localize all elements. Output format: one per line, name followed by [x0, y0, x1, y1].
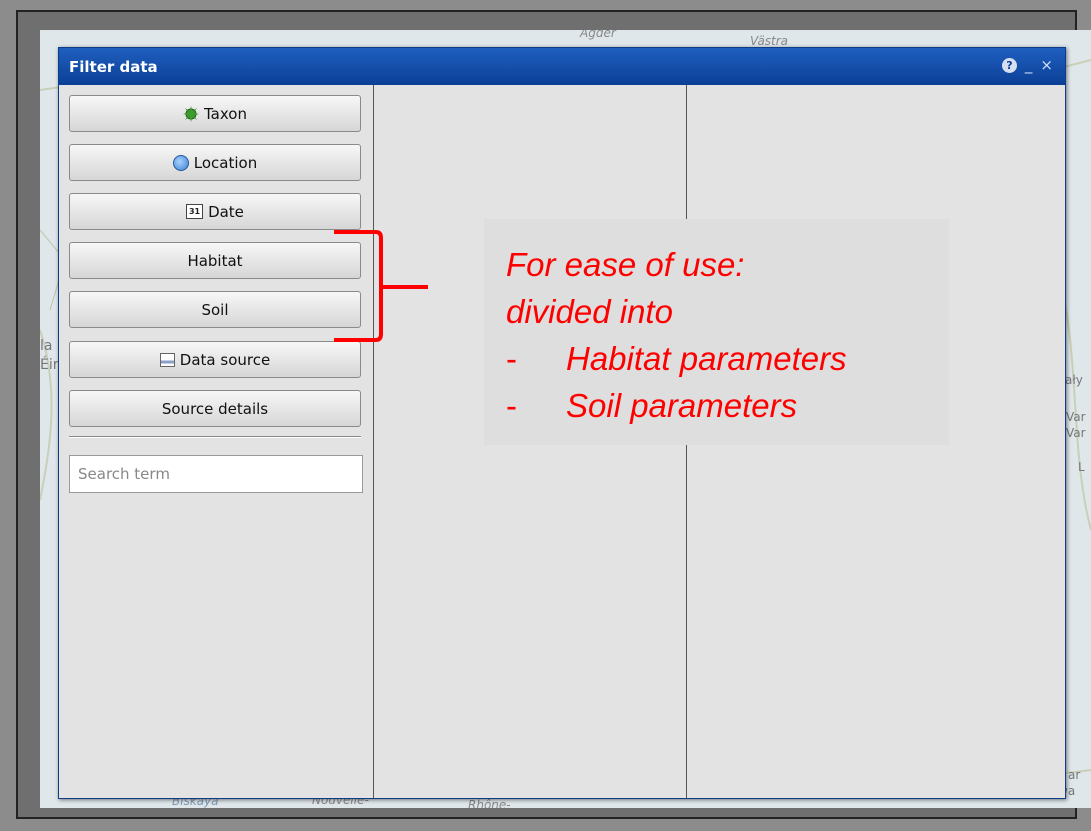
- source-details-button[interactable]: Source details: [69, 390, 361, 427]
- callout-text: For ease of use: divided into - Habitat p…: [506, 241, 847, 429]
- source-details-button-label: Source details: [161, 399, 269, 418]
- bullet-dash: -: [506, 387, 517, 424]
- data-source-button[interactable]: Data source: [69, 341, 361, 378]
- data-source-button-label: Data source: [179, 350, 271, 369]
- callout-bullet2: Soil parameters: [566, 387, 798, 424]
- soil-button-label: Soil: [201, 300, 229, 319]
- panel-divider: [69, 436, 361, 438]
- calendar-icon: 31: [186, 204, 204, 219]
- habitat-button[interactable]: Habitat: [69, 242, 361, 279]
- map-label-l: L: [1078, 460, 1085, 474]
- callout-bullet1: Habitat parameters: [566, 340, 847, 377]
- map-label-la: la: [40, 338, 53, 354]
- callout-line1: For ease of use:: [506, 246, 745, 283]
- date-button[interactable]: 31 Date: [69, 193, 361, 230]
- habitat-button-label: Habitat: [187, 251, 243, 270]
- window-title: Filter data: [69, 58, 158, 76]
- globe-icon: [172, 154, 189, 171]
- taxon-button[interactable]: Taxon: [69, 95, 361, 132]
- soil-button[interactable]: Soil: [69, 291, 361, 328]
- callout-line2: divided into: [506, 293, 673, 330]
- map-label-eir: Éir: [40, 357, 59, 373]
- map-label-var2: Var: [1066, 426, 1086, 440]
- map-label-agder: Agder: [580, 30, 616, 40]
- map-label-aly: ały: [1065, 373, 1083, 387]
- window-tools: ? _ ×: [1001, 58, 1053, 73]
- callout-bullet-habitat: - Habitat parameters: [506, 335, 847, 382]
- bullet-dash: -: [506, 340, 517, 377]
- location-button-label: Location: [193, 153, 258, 172]
- close-icon[interactable]: ×: [1040, 58, 1053, 73]
- help-icon[interactable]: ?: [1001, 58, 1017, 73]
- location-button[interactable]: Location: [69, 144, 361, 181]
- search-input[interactable]: [69, 455, 363, 493]
- callout-bullet-soil: - Soil parameters: [506, 382, 847, 429]
- taxon-icon: [183, 105, 199, 122]
- data-source-icon: [159, 352, 175, 367]
- annotation-callout: For ease of use: divided into - Habitat p…: [484, 219, 949, 445]
- map-label-vastra: Västra: [750, 34, 789, 48]
- window-titlebar[interactable]: Filter data ? _ ×: [59, 48, 1065, 85]
- minimize-icon[interactable]: _: [1025, 58, 1033, 73]
- map-label-bar: ar: [1068, 768, 1081, 782]
- filter-categories-panel: Taxon Location 31 Date Habitat Soil Data…: [59, 85, 374, 798]
- date-button-label: Date: [208, 202, 244, 221]
- map-label-var1: Var: [1066, 410, 1086, 424]
- map-label-rhone: Rhône-: [468, 798, 511, 808]
- taxon-button-label: Taxon: [204, 104, 247, 123]
